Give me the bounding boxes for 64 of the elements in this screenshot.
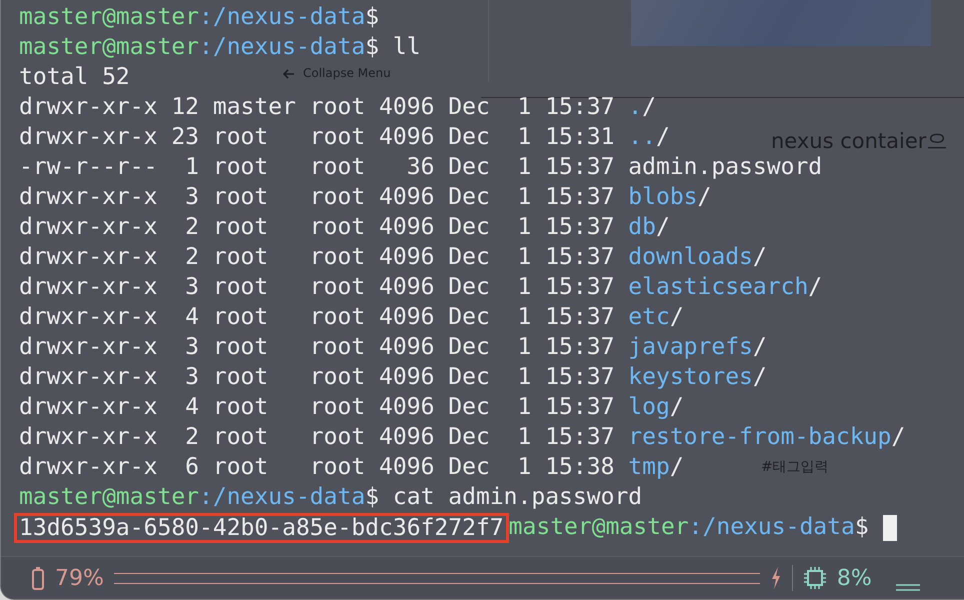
slash-text: /: [891, 424, 906, 450]
directory-name: etc: [628, 304, 670, 330]
output-text: total 52: [19, 64, 130, 90]
slash-text: /: [656, 214, 670, 240]
tag-input[interactable]: #태그입력: [761, 458, 829, 476]
directory-name: keystores: [628, 364, 753, 390]
slash-text: /: [656, 124, 670, 150]
file-info: drwxr-xr-x 2 root root 4096 Dec 1 15:37: [19, 244, 616, 270]
arrow-left-icon: [283, 69, 295, 79]
password-text: 13d6539a-6580-42b0-a85e-bdc36f272f7: [14, 512, 509, 543]
file-info: drwxr-xr-x 6 root root 4096 Dec 1 15:38: [19, 454, 616, 480]
prompt-user: master@master: [508, 514, 689, 540]
file-info: drwxr-xr-x 3 root root 4096 Dec 1 15:37: [19, 274, 616, 300]
directory-name: downloads: [628, 244, 753, 270]
menu-icon: [896, 582, 920, 592]
directory-name: db: [628, 214, 656, 240]
prompt-path: :/nexus-data: [688, 514, 855, 540]
command-text: ll: [392, 34, 421, 60]
directory-name: javaprefs: [628, 334, 753, 360]
slash-text: /: [752, 334, 767, 360]
prompt-symbol: $: [365, 34, 380, 60]
slash-text: /: [752, 364, 767, 390]
prompt-symbol: $: [365, 484, 380, 510]
directory-name: tmp: [628, 454, 670, 480]
prompt-path: :/nexus-data: [199, 34, 366, 60]
lightning-icon: [770, 567, 782, 589]
slash-text: /: [670, 454, 684, 480]
file-info: -rw-r--r-- 1 root root 36 Dec 1 15:37: [19, 154, 616, 180]
file-info: drwxr-xr-x 23 root root 4096 Dec 1 15:31: [19, 124, 616, 150]
menu-link[interactable]: Collapse Menu: [303, 66, 391, 80]
directory-name: log: [628, 394, 670, 420]
file-info: drwxr-xr-x 4 root root 4096 Dec 1 15:37: [19, 394, 616, 420]
file-info: drwxr-xr-x 3 root root 4096 Dec 1 15:37: [19, 364, 616, 390]
cpu-percent: 8%: [836, 566, 872, 590]
slash-text: /: [752, 244, 767, 270]
prompt-symbol: $: [365, 4, 380, 30]
prompt-user: master@master: [19, 34, 200, 60]
command-text: cat admin.password: [392, 484, 642, 510]
file-name: admin.password: [628, 154, 822, 180]
page-heading: nexus contaier으: [771, 128, 948, 155]
prompt-path: :/nexus-data: [199, 484, 366, 510]
directory-name: ..: [628, 124, 656, 150]
slash-text: /: [698, 184, 712, 210]
file-info: drwxr-xr-x 2 root root 4096 Dec 1 15:37: [19, 214, 616, 240]
slash-text: /: [670, 304, 684, 330]
battery-percent: 79%: [55, 566, 104, 590]
directory-name: blobs: [628, 184, 698, 210]
battery-icon: [31, 566, 45, 590]
file-info: drwxr-xr-x 3 root root 4096 Dec 1 15:37: [19, 334, 616, 360]
file-info: drwxr-xr-x 4 root root 4096 Dec 1 15:37: [19, 304, 616, 330]
directory-name: .: [628, 94, 642, 120]
file-info: drwxr-xr-x 2 root root 4096 Dec 1 15:37: [19, 424, 616, 450]
cpu-chip-icon: [802, 566, 827, 590]
prompt-user: master@master: [19, 484, 200, 510]
file-info: drwxr-xr-x 3 root root 4096 Dec 1 15:37: [19, 184, 616, 210]
prompt-path: :/nexus-data: [199, 4, 366, 30]
slash-text: /: [670, 394, 684, 420]
prompt-user: master@master: [19, 4, 200, 30]
slash-text: /: [642, 94, 656, 120]
directory-name: restore-from-backup: [628, 424, 892, 450]
prompt-symbol: $: [854, 514, 869, 540]
directory-name: elasticsearch: [628, 274, 808, 300]
file-info: drwxr-xr-x 12 master root 4096 Dec 1 15:37: [19, 94, 616, 120]
slash-text: /: [808, 274, 822, 300]
